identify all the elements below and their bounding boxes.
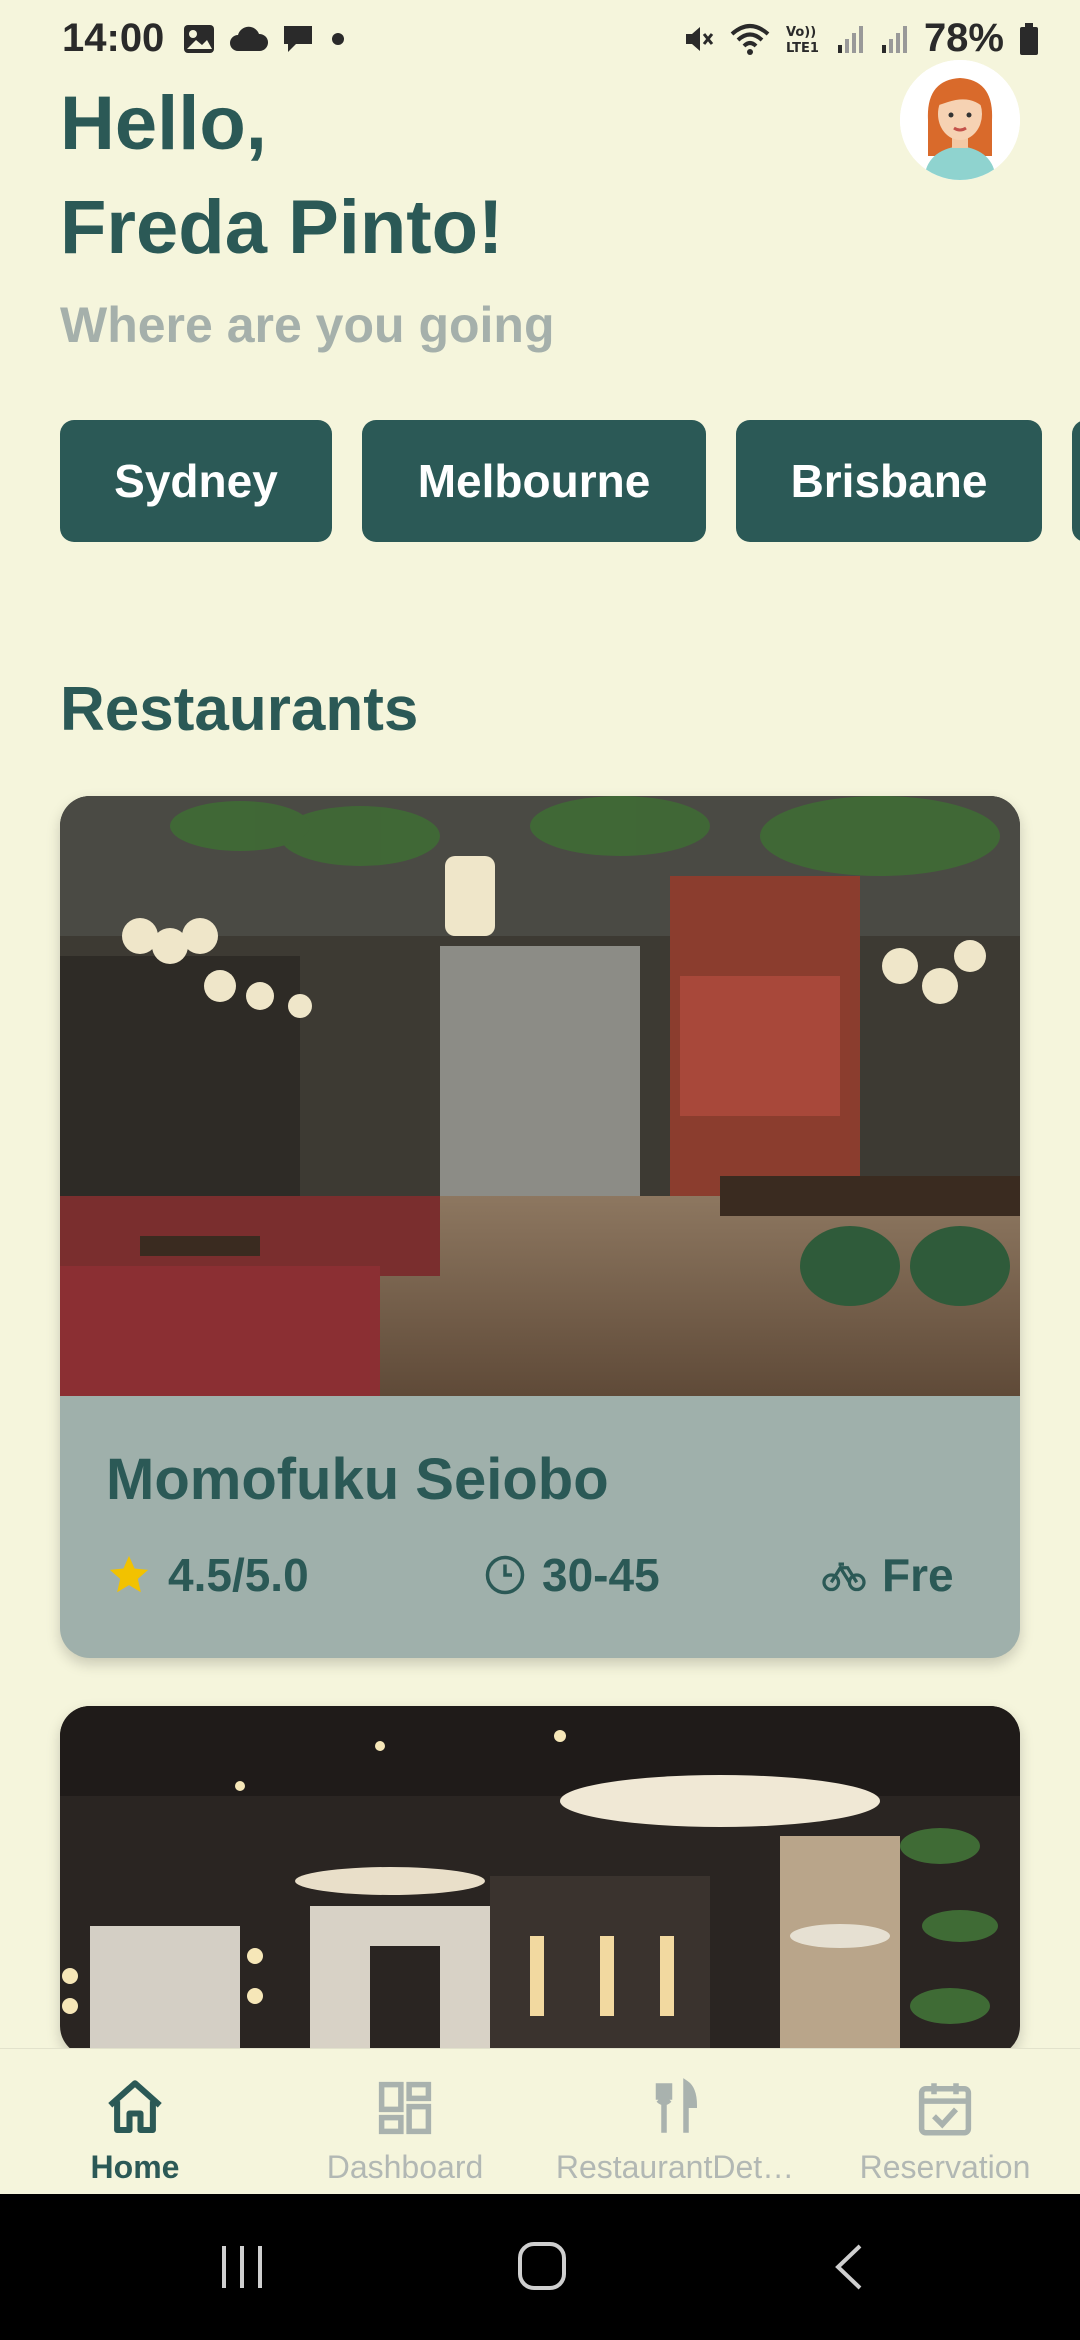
- nav-restaurant-details[interactable]: RestaurantDet…: [540, 2049, 810, 2195]
- nav-label: Reservation: [859, 2149, 1031, 2185]
- city-selector: Sydney Melbourne Brisbane: [60, 420, 1080, 542]
- star-icon: [109, 1555, 149, 1593]
- nav-label: Dashboard: [326, 2149, 484, 2185]
- status-time: 14:00: [62, 16, 165, 60]
- dot-icon: [332, 33, 344, 45]
- rating-value: 4.5/5.0: [168, 1549, 309, 1601]
- cloud-icon: [230, 26, 268, 51]
- restaurant-card[interactable]: Momofuku Seiobo 4.5/5.0 30-45 Fre: [60, 796, 1020, 1658]
- home-icon: [108, 2080, 162, 2134]
- nav-label: RestaurantDet…: [555, 2149, 795, 2185]
- system-navigation-bar: [0, 2194, 1080, 2340]
- bottom-navigation: Home Dashboard RestaurantDet… Reservatio…: [0, 2048, 1080, 2195]
- rating: 4.5/5.0: [106, 1548, 309, 1602]
- nav-label: Home: [90, 2149, 180, 2185]
- restaurant-image: [60, 796, 1020, 1396]
- system-icons: Vo)) LTE1 78%: [682, 16, 1040, 61]
- signal-icon: [837, 25, 863, 53]
- restaurant-name: Momofuku Seiobo: [106, 1447, 609, 1512]
- wifi-icon: [730, 23, 770, 55]
- notification-icons: [182, 22, 348, 56]
- city-chip-melbourne[interactable]: Melbourne: [362, 420, 706, 542]
- section-title-restaurants: Restaurants: [60, 675, 419, 744]
- delivery-fee: Fre: [822, 1548, 954, 1602]
- home-button-icon[interactable]: [516, 2240, 568, 2292]
- avatar-illustration: [900, 60, 1020, 180]
- greeting-line-1: Hello,: [60, 81, 267, 166]
- greeting-user-name: Freda Pinto!: [60, 185, 504, 270]
- mute-icon: [685, 26, 714, 51]
- city-chip-sydney[interactable]: Sydney: [60, 420, 332, 542]
- restaurant-image: [60, 1706, 1020, 2056]
- delivery-time: 30-45: [484, 1548, 660, 1602]
- delivery-fee-value: Fre: [882, 1549, 954, 1601]
- delivery-time-value: 30-45: [542, 1549, 660, 1601]
- volte-icon: Vo)) LTE1: [786, 25, 819, 56]
- chat-bubble-icon: [284, 26, 312, 52]
- signal-icon: [881, 25, 907, 53]
- fork-knife-icon: [655, 2078, 698, 2133]
- bicycle-icon: [822, 1562, 866, 1592]
- city-chip-partial[interactable]: [1072, 420, 1080, 542]
- greeting: Hello, Freda Pinto!: [60, 72, 503, 280]
- dashboard-icon: [378, 2081, 432, 2135]
- calendar-check-icon: [918, 2083, 972, 2136]
- recent-apps-icon[interactable]: [218, 2240, 268, 2294]
- avatar[interactable]: [900, 60, 1020, 180]
- nav-dashboard[interactable]: Dashboard: [270, 2049, 540, 2195]
- status-bar: 14:00 Vo)) LTE1 78%: [0, 0, 1080, 82]
- city-chip-brisbane[interactable]: Brisbane: [736, 420, 1042, 542]
- svg-text:Vo)): Vo)): [786, 25, 816, 40]
- nav-reservation[interactable]: Reservation: [810, 2049, 1080, 2195]
- battery-icon: [1020, 22, 1038, 55]
- restaurant-card[interactable]: [60, 1706, 1020, 2056]
- gallery-icon: [184, 25, 214, 53]
- svg-text:LTE1: LTE1: [786, 41, 819, 56]
- subtitle: Where are you going: [60, 297, 555, 353]
- nav-home[interactable]: Home: [0, 2049, 270, 2195]
- back-icon[interactable]: [828, 2240, 868, 2294]
- battery-percent: 78%: [923, 16, 1004, 60]
- clock-icon: [485, 1555, 525, 1595]
